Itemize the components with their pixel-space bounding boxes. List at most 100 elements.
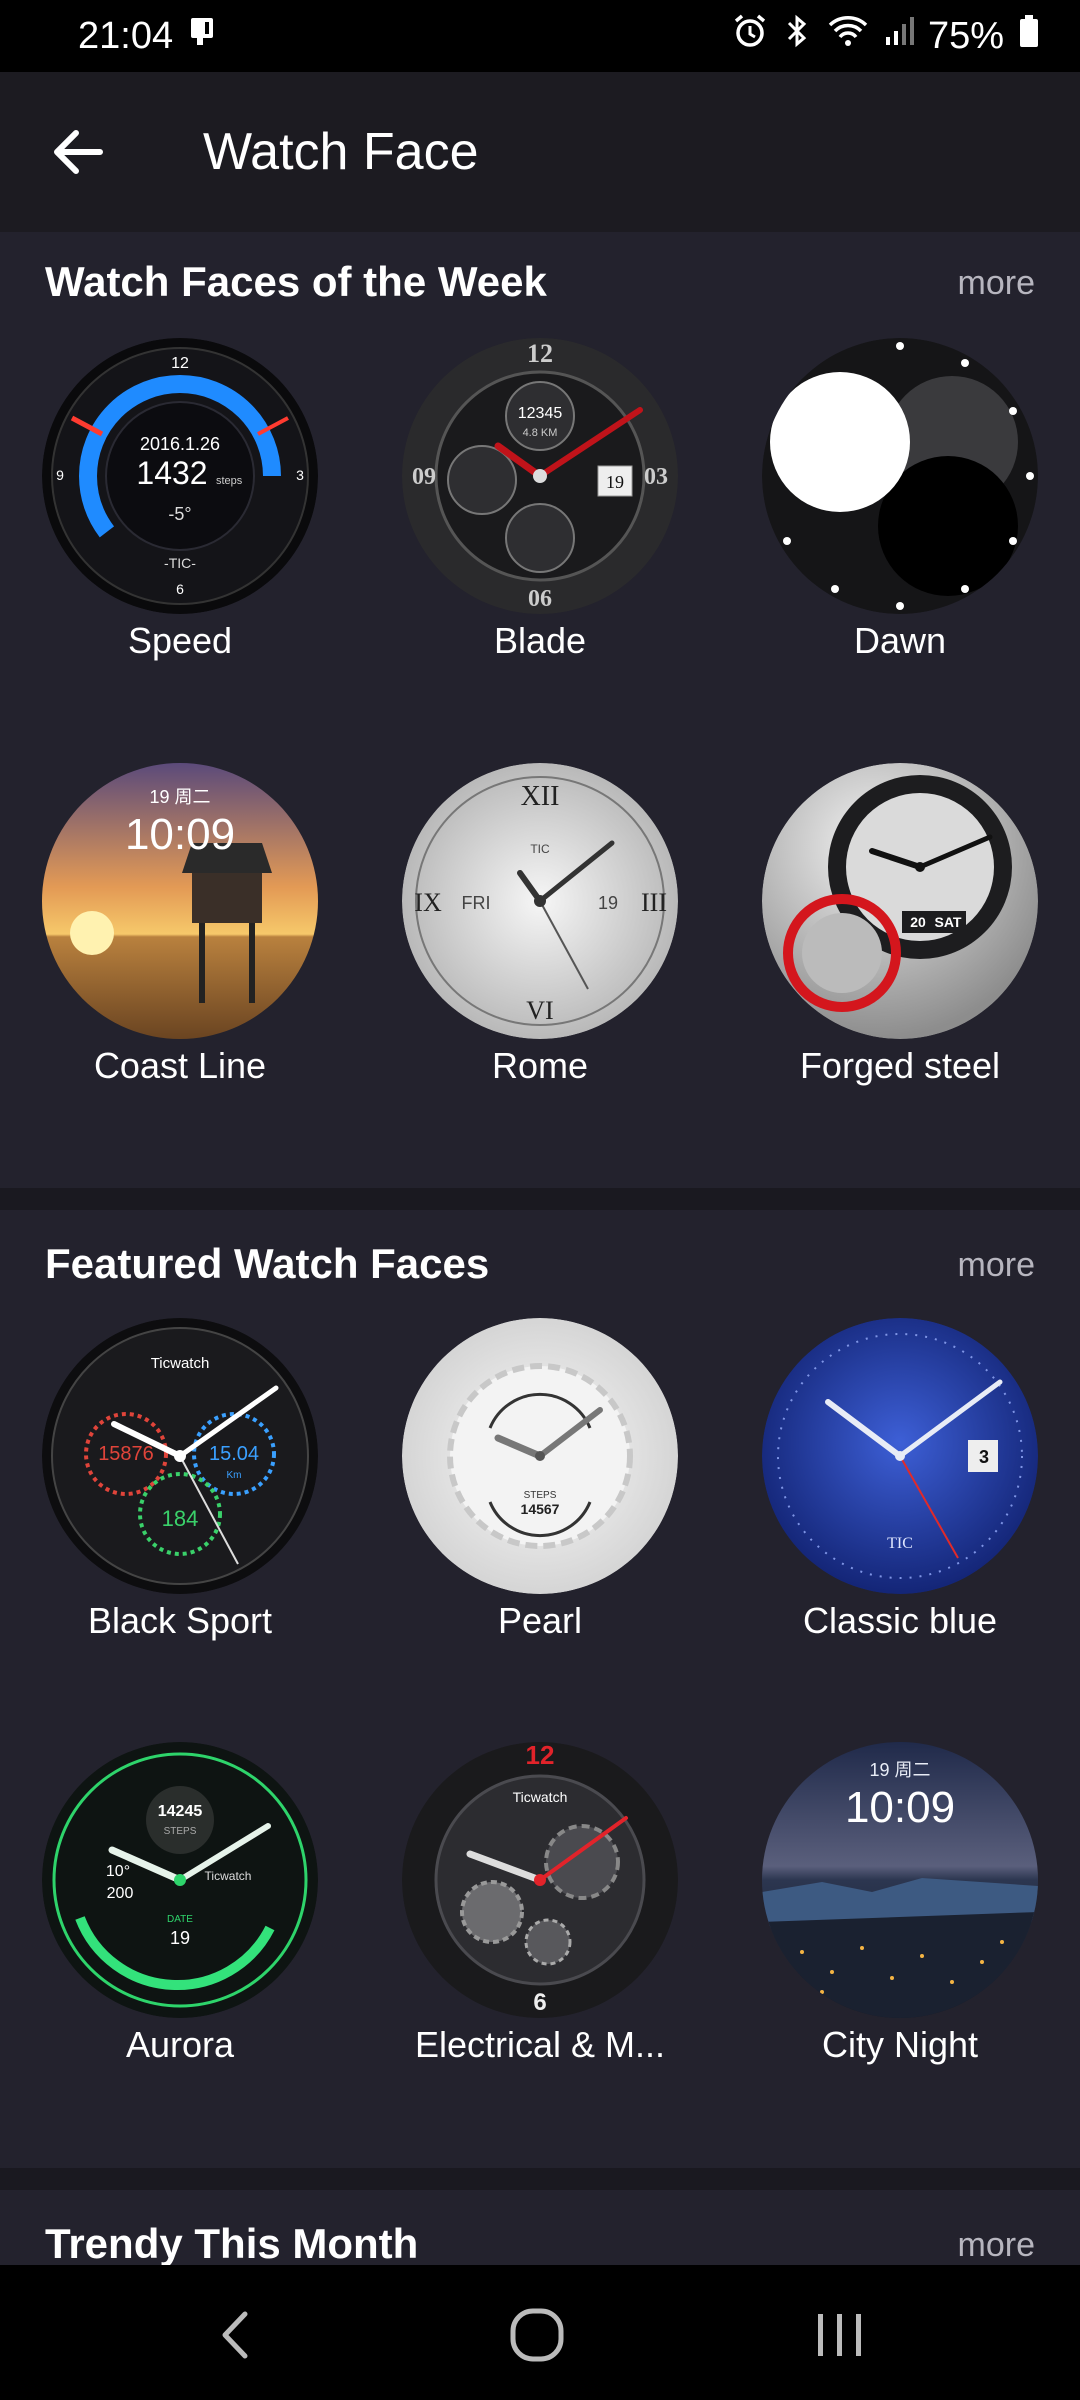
svg-text:3: 3 — [296, 467, 304, 483]
section-week: Watch Faces of the Week more 12 9 3 6 20… — [0, 258, 1080, 1168]
status-bar: 21:04 75% — [0, 0, 1080, 72]
back-button[interactable] — [46, 120, 110, 184]
face-date: 2016.1.26 — [140, 434, 220, 454]
watch-face-card[interactable]: 20 SAT Forged steel — [750, 763, 1050, 1103]
alarm-icon — [732, 13, 768, 59]
watch-face-preview[interactable]: 12 9 3 6 2016.1.26 1432 steps -5° -TIC- — [42, 338, 318, 614]
watch-face-name: Coast Line — [93, 1045, 267, 1086]
watch-face-preview[interactable]: 19 周二 10:09 — [762, 1742, 1038, 2018]
watch-face-card[interactable]: 14245 STEPS 10° 200 Ticwatch DATE 19 Aur… — [30, 1742, 330, 2082]
face-steps: 14567 — [521, 1501, 560, 1517]
watch-face-preview[interactable]: 19 周二 10:09 — [42, 763, 318, 1039]
face-day: 3 — [979, 1447, 989, 1467]
watch-face-name: Blade — [493, 620, 587, 661]
face-weekday: FRI — [462, 893, 491, 913]
svg-text:6: 6 — [176, 581, 184, 597]
svg-text:12: 12 — [526, 1742, 555, 1770]
face-time: 10:09 — [845, 1783, 955, 1832]
back-nav-icon — [222, 2311, 248, 2359]
section-header: Featured Watch Faces more — [0, 1240, 1080, 1300]
more-link[interactable]: more — [958, 2226, 1035, 2265]
watch-face-card[interactable]: 12 9 3 6 2016.1.26 1432 steps -5° -TIC- … — [30, 338, 330, 678]
watch-face-card[interactable]: Dawn — [750, 338, 1050, 678]
battery-percent: 75% — [927, 14, 1004, 57]
watch-face-preview[interactable]: 19 12345 4.8 KM 12 03 09 06 — [402, 338, 678, 614]
face-date: 19 — [170, 1928, 190, 1948]
face-time: 10:09 — [125, 810, 235, 859]
wifi-icon — [826, 13, 870, 59]
face-bottom-value: 184 — [162, 1506, 199, 1531]
section-header: Watch Faces of the Week more — [0, 258, 1080, 318]
home-nav-icon — [510, 2308, 564, 2362]
watch-face-card[interactable]: STEPS 14567 Pearl — [390, 1318, 690, 1658]
more-link[interactable]: more — [958, 1246, 1035, 1285]
section-trendy: Trendy This Month more — [0, 2220, 1080, 2265]
face-brand: TIC — [530, 842, 550, 856]
face-steps: 14245 — [158, 1803, 203, 1820]
watch-face-card[interactable]: 19 周二 10:09 Coast Line — [30, 763, 330, 1103]
page-title: Watch Face — [203, 123, 479, 181]
section-title: Featured Watch Faces — [45, 1240, 490, 1287]
svg-text:03: 03 — [644, 464, 668, 490]
watch-face-name: City Night — [821, 2024, 979, 2065]
watch-face-preview[interactable] — [762, 338, 1038, 614]
watch-face-preview[interactable]: XII III VI IX TIC FRI 19 — [402, 763, 678, 1039]
watch-face-card[interactable]: 3 TIC Classic blue — [750, 1318, 1050, 1658]
svg-text:XII: XII — [521, 781, 560, 812]
nav-recents-button[interactable] — [795, 2295, 885, 2375]
status-time: 21:04 — [78, 14, 174, 57]
watch-face-preview[interactable]: 20 SAT — [762, 763, 1038, 1039]
watch-face-name: Speed — [127, 620, 233, 661]
watch-face-preview[interactable]: STEPS 14567 — [402, 1318, 678, 1594]
arrow-left-icon — [54, 130, 103, 174]
svg-text:12: 12 — [527, 339, 553, 368]
watch-face-preview[interactable]: 3 TIC — [762, 1318, 1038, 1594]
watch-face-preview[interactable]: 12 6 Ticwatch — [402, 1742, 678, 2018]
svg-text:09: 09 — [412, 464, 436, 490]
section-divider — [0, 2168, 1080, 2190]
watch-face-preview[interactable]: 14245 STEPS 10° 200 Ticwatch DATE 19 — [42, 1742, 318, 2018]
face-temp: -5° — [168, 504, 191, 524]
notification-icon — [187, 14, 221, 58]
watch-face-card[interactable]: 19 12345 4.8 KM 12 03 09 06 Blade — [390, 338, 690, 678]
svg-text:12: 12 — [171, 355, 189, 372]
face-date: 19 周二 — [149, 787, 210, 807]
face-aqi: 200 — [107, 1885, 134, 1902]
svg-text:VI: VI — [526, 996, 553, 1025]
watch-face-card[interactable]: 19 周二 10:09 City Night — [750, 1742, 1050, 2082]
watch-face-preview[interactable]: Ticwatch 15876 15.04 Km 184 — [42, 1318, 318, 1594]
battery-icon — [1018, 13, 1040, 59]
face-steps: 1432 — [136, 455, 207, 491]
watch-face-card[interactable]: XII III VI IX TIC FRI 19 Rome — [390, 763, 690, 1103]
watch-face-card[interactable]: 12 6 Ticwatch Electrical & M... — [390, 1742, 690, 2082]
watch-face-name: Pearl — [497, 1600, 583, 1641]
section-featured: Featured Watch Faces more Ticwatch 15876… — [0, 1240, 1080, 2160]
nav-home-button[interactable] — [492, 2295, 582, 2375]
watch-face-name: Black Sport — [87, 1600, 273, 1641]
watch-face-name: Aurora — [125, 2024, 235, 2065]
watch-face-name: Dawn — [853, 620, 947, 661]
face-steps-label: STEPS — [164, 1826, 197, 1837]
watch-face-name: Classic blue — [802, 1600, 998, 1641]
svg-text:III: III — [641, 888, 667, 917]
face-date-label: DATE — [167, 1914, 193, 1925]
watch-face-card[interactable]: Ticwatch 15876 15.04 Km 184 Black Sport — [30, 1318, 330, 1658]
face-steps-label: STEPS — [524, 1490, 557, 1501]
face-right-value: 15.04 — [209, 1443, 259, 1465]
face-temp: 10° — [106, 1863, 130, 1880]
nav-back-button[interactable] — [190, 2295, 280, 2375]
face-brand: TIC — [887, 1535, 913, 1552]
section-title: Trendy This Month — [45, 2220, 419, 2265]
face-brand: Ticwatch — [513, 1789, 568, 1805]
watch-face-name: Forged steel — [799, 1045, 1001, 1086]
face-steps: 12345 — [518, 405, 563, 422]
face-brand: Ticwatch — [151, 1355, 210, 1372]
svg-text:IX: IX — [414, 888, 442, 917]
watch-face-name: Rome — [491, 1045, 589, 1086]
svg-text:9: 9 — [56, 467, 64, 483]
svg-text:06: 06 — [528, 586, 552, 612]
more-link[interactable]: more — [958, 264, 1035, 303]
app-bar: Watch Face — [0, 72, 1080, 232]
bluetooth-icon — [782, 13, 812, 59]
system-nav-bar — [0, 2265, 1080, 2400]
